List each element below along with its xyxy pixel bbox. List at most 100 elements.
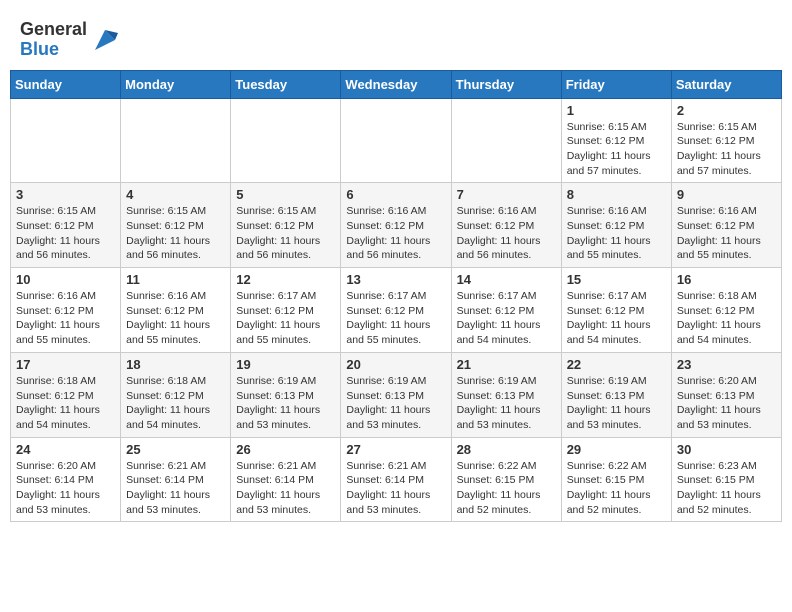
day-number: 2	[677, 103, 776, 118]
day-number: 30	[677, 442, 776, 457]
day-number: 9	[677, 187, 776, 202]
day-number: 11	[126, 272, 225, 287]
week-row-2: 3 Sunrise: 6:15 AMSunset: 6:12 PMDaylight…	[11, 183, 782, 268]
day-cell-23: 23 Sunrise: 6:20 AMSunset: 6:13 PMDayligh…	[671, 352, 781, 437]
weekday-header-thursday: Thursday	[451, 70, 561, 98]
day-number: 15	[567, 272, 666, 287]
day-number: 24	[16, 442, 115, 457]
day-number: 16	[677, 272, 776, 287]
day-cell-14: 14 Sunrise: 6:17 AMSunset: 6:12 PMDayligh…	[451, 268, 561, 353]
day-cell-9: 9 Sunrise: 6:16 AMSunset: 6:12 PMDaylight…	[671, 183, 781, 268]
day-cell-11: 11 Sunrise: 6:16 AMSunset: 6:12 PMDayligh…	[121, 268, 231, 353]
day-number: 28	[457, 442, 556, 457]
weekday-header-friday: Friday	[561, 70, 671, 98]
day-number: 21	[457, 357, 556, 372]
day-cell-27: 27 Sunrise: 6:21 AMSunset: 6:14 PMDayligh…	[341, 437, 451, 522]
day-info: Sunrise: 6:22 AMSunset: 6:15 PMDaylight:…	[567, 459, 666, 518]
week-row-5: 24 Sunrise: 6:20 AMSunset: 6:14 PMDayligh…	[11, 437, 782, 522]
day-info: Sunrise: 6:21 AMSunset: 6:14 PMDaylight:…	[126, 459, 225, 518]
day-info: Sunrise: 6:17 AMSunset: 6:12 PMDaylight:…	[567, 289, 666, 348]
day-cell-5: 5Sunrise: 6:15 AMSunset: 6:12 PMDaylight…	[231, 183, 341, 268]
logo-blue: Blue	[20, 40, 87, 60]
day-info: Sunrise: 6:20 AMSunset: 6:14 PMDaylight:…	[16, 459, 115, 518]
weekday-header-wednesday: Wednesday	[341, 70, 451, 98]
day-number: 25	[126, 442, 225, 457]
day-number: 6	[346, 187, 445, 202]
day-cell-22: 22 Sunrise: 6:19 AMSunset: 6:13 PMDayligh…	[561, 352, 671, 437]
day-cell-20: 20 Sunrise: 6:19 AMSunset: 6:13 PMDayligh…	[341, 352, 451, 437]
day-number: 3	[16, 187, 115, 202]
day-number: 10	[16, 272, 115, 287]
page-header: General Blue	[10, 10, 782, 65]
day-cell-29: 29Sunrise: 6:22 AMSunset: 6:15 PMDayligh…	[561, 437, 671, 522]
weekday-header-monday: Monday	[121, 70, 231, 98]
day-info: Sunrise: 6:16 AMSunset: 6:12 PMDaylight:…	[126, 289, 225, 348]
day-cell-28: 28 Sunrise: 6:22 AMSunset: 6:15 PMDayligh…	[451, 437, 561, 522]
day-cell-30: 30 Sunrise: 6:23 AMSunset: 6:15 PMDayligh…	[671, 437, 781, 522]
week-row-4: 17Sunrise: 6:18 AMSunset: 6:12 PMDayligh…	[11, 352, 782, 437]
day-cell-2: 2 Sunrise: 6:15 AMSunset: 6:12 PMDaylight…	[671, 98, 781, 183]
day-cell-17: 17Sunrise: 6:18 AMSunset: 6:12 PMDayligh…	[11, 352, 121, 437]
day-number: 18	[126, 357, 225, 372]
day-info: Sunrise: 6:15 AMSunset: 6:12 PMDaylight:…	[126, 204, 225, 263]
empty-cell	[11, 98, 121, 183]
day-info: Sunrise: 6:21 AMSunset: 6:14 PMDaylight:…	[346, 459, 445, 518]
day-info: Sunrise: 6:15 AMSunset: 6:12 PMDaylight:…	[677, 120, 776, 179]
logo-general: General	[20, 20, 87, 40]
day-info: Sunrise: 6:20 AMSunset: 6:13 PMDaylight:…	[677, 374, 776, 433]
day-info: Sunrise: 6:23 AMSunset: 6:15 PMDaylight:…	[677, 459, 776, 518]
day-number: 14	[457, 272, 556, 287]
day-cell-18: 18Sunrise: 6:18 AMSunset: 6:12 PMDayligh…	[121, 352, 231, 437]
day-info: Sunrise: 6:16 AMSunset: 6:12 PMDaylight:…	[16, 289, 115, 348]
day-info: Sunrise: 6:19 AMSunset: 6:13 PMDaylight:…	[236, 374, 335, 433]
day-number: 12	[236, 272, 335, 287]
day-cell-24: 24 Sunrise: 6:20 AMSunset: 6:14 PMDayligh…	[11, 437, 121, 522]
weekday-header-row: SundayMondayTuesdayWednesdayThursdayFrid…	[11, 70, 782, 98]
day-number: 23	[677, 357, 776, 372]
empty-cell	[451, 98, 561, 183]
day-info: Sunrise: 6:16 AMSunset: 6:12 PMDaylight:…	[677, 204, 776, 263]
week-row-1: 1 Sunrise: 6:15 AMSunset: 6:12 PMDaylight…	[11, 98, 782, 183]
day-number: 27	[346, 442, 445, 457]
day-cell-25: 25 Sunrise: 6:21 AMSunset: 6:14 PMDayligh…	[121, 437, 231, 522]
day-info: Sunrise: 6:15 AMSunset: 6:12 PMDaylight:…	[236, 204, 335, 263]
calendar-table: SundayMondayTuesdayWednesdayThursdayFrid…	[10, 70, 782, 523]
day-number: 4	[126, 187, 225, 202]
day-cell-26: 26Sunrise: 6:21 AMSunset: 6:14 PMDayligh…	[231, 437, 341, 522]
empty-cell	[341, 98, 451, 183]
day-number: 17	[16, 357, 115, 372]
day-info: Sunrise: 6:18 AMSunset: 6:12 PMDaylight:…	[677, 289, 776, 348]
day-cell-19: 19 Sunrise: 6:19 AMSunset: 6:13 PMDayligh…	[231, 352, 341, 437]
day-info: Sunrise: 6:15 AMSunset: 6:12 PMDaylight:…	[567, 120, 666, 179]
day-info: Sunrise: 6:19 AMSunset: 6:13 PMDaylight:…	[567, 374, 666, 433]
day-cell-13: 13 Sunrise: 6:17 AMSunset: 6:12 PMDayligh…	[341, 268, 451, 353]
day-cell-6: 6 Sunrise: 6:16 AMSunset: 6:12 PMDaylight…	[341, 183, 451, 268]
day-cell-8: 8 Sunrise: 6:16 AMSunset: 6:12 PMDaylight…	[561, 183, 671, 268]
day-number: 20	[346, 357, 445, 372]
empty-cell	[121, 98, 231, 183]
day-info: Sunrise: 6:16 AMSunset: 6:12 PMDaylight:…	[567, 204, 666, 263]
day-number: 22	[567, 357, 666, 372]
empty-cell	[231, 98, 341, 183]
day-info: Sunrise: 6:17 AMSunset: 6:12 PMDaylight:…	[457, 289, 556, 348]
day-info: Sunrise: 6:16 AMSunset: 6:12 PMDaylight:…	[346, 204, 445, 263]
day-info: Sunrise: 6:19 AMSunset: 6:13 PMDaylight:…	[346, 374, 445, 433]
day-cell-4: 4 Sunrise: 6:15 AMSunset: 6:12 PMDaylight…	[121, 183, 231, 268]
day-info: Sunrise: 6:19 AMSunset: 6:13 PMDaylight:…	[457, 374, 556, 433]
weekday-header-sunday: Sunday	[11, 70, 121, 98]
week-row-3: 10 Sunrise: 6:16 AMSunset: 6:12 PMDayligh…	[11, 268, 782, 353]
day-cell-3: 3Sunrise: 6:15 AMSunset: 6:12 PMDaylight…	[11, 183, 121, 268]
day-cell-16: 16 Sunrise: 6:18 AMSunset: 6:12 PMDayligh…	[671, 268, 781, 353]
weekday-header-saturday: Saturday	[671, 70, 781, 98]
day-number: 19	[236, 357, 335, 372]
day-info: Sunrise: 6:16 AMSunset: 6:12 PMDaylight:…	[457, 204, 556, 263]
day-number: 1	[567, 103, 666, 118]
day-number: 13	[346, 272, 445, 287]
day-number: 8	[567, 187, 666, 202]
day-number: 7	[457, 187, 556, 202]
day-cell-1: 1 Sunrise: 6:15 AMSunset: 6:12 PMDaylight…	[561, 98, 671, 183]
day-cell-12: 12Sunrise: 6:17 AMSunset: 6:12 PMDayligh…	[231, 268, 341, 353]
day-info: Sunrise: 6:22 AMSunset: 6:15 PMDaylight:…	[457, 459, 556, 518]
day-cell-21: 21 Sunrise: 6:19 AMSunset: 6:13 PMDayligh…	[451, 352, 561, 437]
day-info: Sunrise: 6:17 AMSunset: 6:12 PMDaylight:…	[346, 289, 445, 348]
